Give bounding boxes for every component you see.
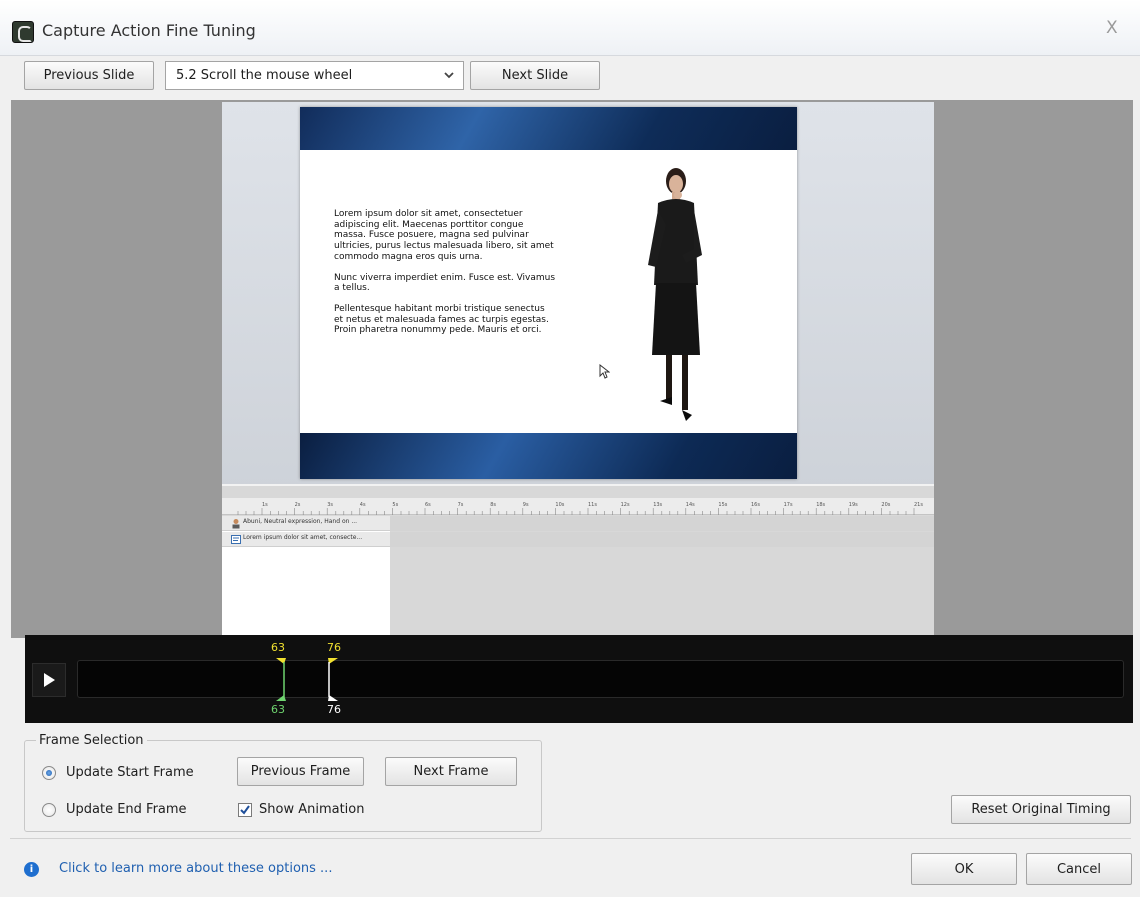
update-end-frame-label[interactable]: Update End Frame [66,802,187,817]
ruler-tick-label: 18s [816,502,825,508]
play-button[interactable] [32,663,66,697]
slide-body-text: Lorem ipsum dolor sit amet, consectetuer… [334,209,556,346]
window-title: Capture Action Fine Tuning [42,21,256,40]
update-start-frame-radio[interactable] [42,766,56,780]
reset-original-timing-button[interactable]: Reset Original Timing [951,795,1131,824]
slide-preview: Lorem ipsum dolor sit amet, consectetuer… [300,107,797,479]
timeline-row-label: Abuni, Neutral expression, Hand on ... [243,518,358,525]
end-frame-top-label: 76 [327,641,341,654]
update-end-frame-radio[interactable] [42,803,56,817]
frame-selection-title: Frame Selection [36,733,147,748]
ruler-tick-label: 12s [621,502,630,508]
frame-selection-group [24,740,542,832]
ruler-tick-label: 13s [653,502,662,508]
ruler-tick-label: 1s [262,502,268,508]
captured-timeline-panel: 1s 2s 3s 4s 5s 6s 7s 8s 9s 10s 11s 12s 13s 14s 15s 16s 1… [222,484,934,637]
start-frame-top-label: 63 [271,641,285,654]
ruler-tick-label: 3s [327,502,333,508]
slide-paragraph: Pellentesque habitant morbi tristique se… [334,303,549,336]
ruler-tick-label: 9s [523,502,529,508]
app-logo-icon [12,21,34,43]
slide-header-band [300,107,797,150]
ruler-tick-label: 4s [360,502,366,508]
frame-scrubber: 63 76 63 76 [25,635,1133,723]
timeline-row: Abuni, Neutral expression, Hand on ... [222,516,934,531]
ruler-tick-label: 14s [686,502,695,508]
close-button[interactable]: X [1106,18,1118,38]
info-icon: i [24,862,39,877]
slide-select-value: 5.2 Scroll the mouse wheel [176,68,353,83]
slide-paragraph: Nunc viverra imperdiet enim. Fusce est. … [334,272,556,294]
end-frame-bottom-label: 76 [327,703,341,716]
mouse-cursor-icon [599,364,610,379]
checkmark-icon [240,805,250,815]
scrubber-track[interactable] [77,660,1124,698]
ruler-tick-label: 20s [881,502,890,508]
title-bar: Capture Action Fine Tuning X [0,0,1140,56]
ruler-tick-label: 16s [751,502,760,508]
ruler-tick-label: 2s [295,502,301,508]
ruler-tick-label: 6s [425,502,431,508]
ruler-tick-label: 10s [555,502,564,508]
timeline-row: Lorem ipsum dolor sit amet, consecte... [222,532,934,547]
timeline-row-label: Lorem ipsum dolor sit amet, consecte... [243,534,363,541]
ruler-tick-label: 11s [588,502,597,508]
ruler-tick-label: 5s [392,502,398,508]
slide-footer-band [300,433,797,479]
ok-button[interactable]: OK [911,853,1017,885]
next-slide-button[interactable]: Next Slide [470,61,600,90]
learn-more-link[interactable]: Click to learn more about these options … [59,861,332,876]
chevron-down-icon [444,72,454,79]
timeline-ruler: 1s 2s 3s 4s 5s 6s 7s 8s 9s 10s 11s 12s 13s 14s 15s 16s 1… [222,498,934,515]
ruler-tick-label: 15s [718,502,727,508]
show-animation-checkbox[interactable] [238,803,252,817]
ruler-tick-label: 8s [490,502,496,508]
start-frame-bottom-label: 63 [271,703,285,716]
previous-frame-button[interactable]: Previous Frame [237,757,364,786]
ruler-tick-label: 19s [849,502,858,508]
ruler-tick-label: 7s [458,502,464,508]
timeline-row-bar [390,516,934,531]
next-frame-button[interactable]: Next Frame [385,757,517,786]
update-start-frame-label[interactable]: Update Start Frame [66,765,194,780]
ruler-tick-label: 21s [914,502,923,508]
end-frame-marker[interactable] [325,657,339,703]
timeline-ruler-ticks: 1s 2s 3s 4s 5s 6s 7s 8s 9s 10s 11s 12s 13s 14s 15s 16s 1… [237,502,923,515]
slide-select[interactable]: 5.2 Scroll the mouse wheel [165,61,464,90]
show-animation-label[interactable]: Show Animation [259,802,365,817]
presenter-character-image [648,168,702,421]
start-frame-marker[interactable] [275,657,289,703]
slide-paragraph: Lorem ipsum dolor sit amet, consectetuer… [334,209,554,262]
previous-slide-button[interactable]: Previous Slide [24,61,154,90]
play-icon [44,673,55,687]
cancel-button[interactable]: Cancel [1026,853,1132,885]
ruler-tick-label: 17s [784,502,793,508]
timeline-row-bar [390,532,934,547]
footer-divider [10,838,1131,839]
